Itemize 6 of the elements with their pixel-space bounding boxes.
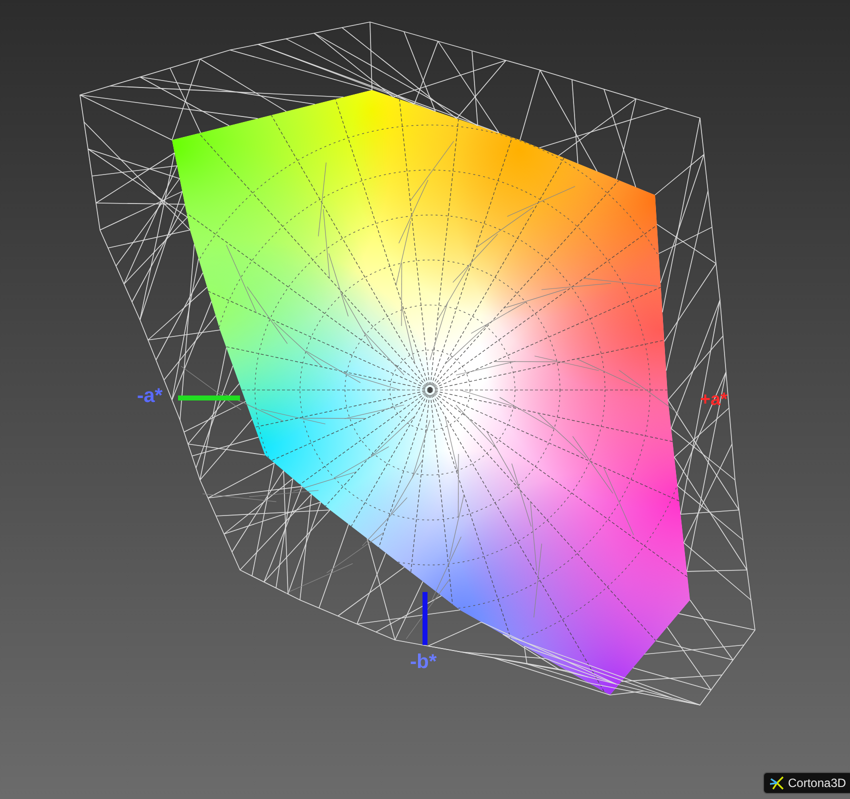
axis-line [178, 396, 240, 400]
logo-text: Cortona3D [788, 777, 846, 789]
axis-label: -a* [137, 386, 163, 406]
axis-label: -b* [410, 652, 437, 672]
axis-line [422, 592, 428, 645]
star-burst-icon [770, 776, 784, 790]
